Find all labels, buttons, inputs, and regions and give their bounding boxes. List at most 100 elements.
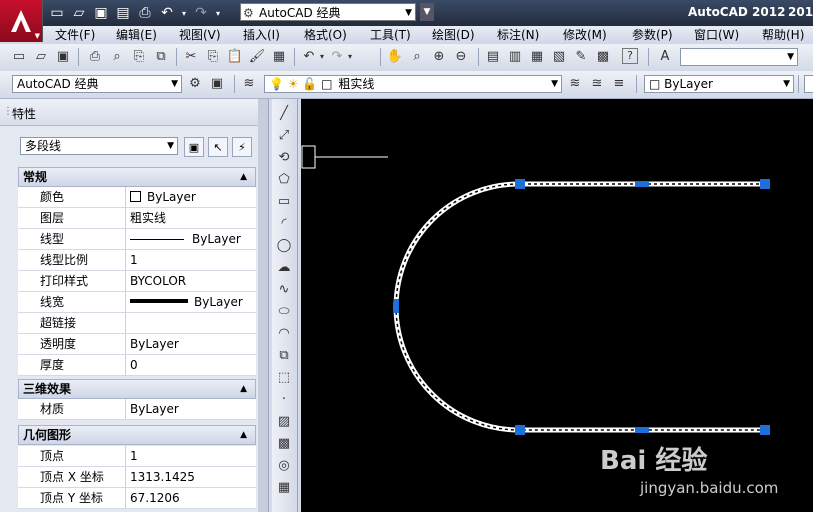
table-icon[interactable]: ▦ [275, 479, 293, 497]
prop-row-color[interactable]: 颜色 ByLayer [18, 187, 256, 208]
application-menu-button[interactable]: ▼ [0, 0, 43, 42]
workspace-save-icon[interactable]: ▣ [208, 75, 226, 93]
menu-view[interactable]: 视图(V) [179, 27, 221, 43]
zoom-realtime-icon[interactable]: ⌕ [408, 48, 426, 66]
undo-icon[interactable]: ↶ [158, 4, 176, 22]
menu-help[interactable]: 帮助(H) [762, 27, 804, 43]
pan-icon[interactable]: ✋ [386, 48, 404, 66]
annotation-style-combo[interactable]: ▼ [680, 48, 798, 66]
menu-file[interactable]: 文件(F) [55, 27, 95, 43]
gradient-icon[interactable]: ▩ [275, 435, 293, 453]
paste-icon[interactable]: 📋 [226, 48, 244, 66]
section-3d-visualization[interactable]: 三维效果 ▲ [18, 379, 256, 399]
workspace-settings-icon[interactable]: ⚙ [186, 75, 204, 93]
ellipse-arc-icon[interactable]: ◠ [275, 325, 293, 343]
grip-midpoint[interactable] [635, 181, 649, 187]
drawing-canvas[interactable] [301, 99, 813, 512]
color-combo[interactable]: □ ByLayer ▼ [644, 75, 794, 93]
prop-row-material[interactable]: 材质 ByLayer [18, 399, 256, 420]
grip-vertex[interactable] [515, 425, 525, 435]
new-icon[interactable]: ▭ [10, 48, 28, 66]
menu-draw[interactable]: 绘图(D) [432, 27, 475, 43]
grip-vertex[interactable] [760, 425, 770, 435]
prop-row-hyperlink[interactable]: 超链接 [18, 313, 256, 334]
prop-row-lineweight[interactable]: 线宽 ByLayer [18, 292, 256, 313]
workspace-combo-2[interactable]: AutoCAD 经典 ▼ [12, 75, 182, 93]
menu-modify[interactable]: 修改(M) [563, 27, 607, 43]
menu-edit[interactable]: 编辑(E) [116, 27, 157, 43]
publish-icon[interactable]: ⎘ [130, 48, 148, 66]
menu-insert[interactable]: 插入(I) [243, 27, 280, 43]
prop-row-linetype-scale[interactable]: 线型比例 1 [18, 250, 256, 271]
point-icon[interactable]: · [275, 391, 293, 409]
undo-icon[interactable]: ↶ [300, 48, 318, 66]
layer-combo[interactable]: 💡 ☀ 🔓 □ 粗实线 ▼ [264, 75, 562, 93]
ellipse-icon[interactable]: ⬭ [275, 303, 293, 321]
grip-vertex[interactable] [760, 179, 770, 189]
layer-manager-icon[interactable]: ≋ [240, 75, 258, 93]
menu-tools[interactable]: 工具(T) [370, 27, 411, 43]
3d-print-icon[interactable]: ⧉ [152, 48, 170, 66]
spline-icon[interactable]: ∿ [275, 281, 293, 299]
menu-parametric[interactable]: 参数(P) [632, 27, 673, 43]
section-geometry[interactable]: 几何图形 ▲ [18, 425, 256, 445]
menu-dimension[interactable]: 标注(N) [497, 27, 539, 43]
match-properties-icon[interactable]: 🖌 [248, 48, 266, 66]
prop-row-vertex[interactable]: 顶点 1 [18, 446, 256, 467]
open-file-icon[interactable]: ▱ [70, 4, 88, 22]
redo-icon[interactable]: ↷ [192, 4, 210, 22]
prop-row-thickness[interactable]: 厚度 0 [18, 355, 256, 376]
select-objects-button[interactable]: ↖ [208, 137, 228, 157]
block-editor-icon[interactable]: ▦ [270, 48, 288, 66]
quickcalc-icon[interactable]: ▩ [594, 48, 612, 66]
prop-row-transparency[interactable]: 透明度 ByLayer [18, 334, 256, 355]
insert-block-icon[interactable]: ⧉ [275, 347, 293, 365]
design-center-icon[interactable]: ▥ [506, 48, 524, 66]
section-general[interactable]: 常规 ▲ [18, 167, 256, 187]
prop-row-vertex-y[interactable]: 顶点 Y 坐标 67.1206 [18, 488, 256, 509]
grip-midpoint[interactable] [635, 427, 649, 433]
undo-dropdown-icon[interactable]: ▾ [318, 48, 326, 66]
region-icon[interactable]: ◎ [275, 457, 293, 475]
sheet-set-icon[interactable]: ▧ [550, 48, 568, 66]
redo-icon[interactable]: ↷ [328, 48, 346, 66]
layer-state-icon[interactable]: ≡ [610, 75, 628, 93]
zoom-previous-icon[interactable]: ⊖ [452, 48, 470, 66]
prop-row-vertex-x[interactable]: 顶点 X 坐标 1313.1425 [18, 467, 256, 488]
customize-quick-access-button[interactable]: ▼ [420, 3, 434, 21]
cut-icon[interactable]: ✂ [182, 48, 200, 66]
plot-preview-icon[interactable]: ⌕ [108, 48, 126, 66]
annotation-scale-icon[interactable]: A [656, 48, 674, 66]
object-type-combo[interactable]: 多段线 ▼ [20, 137, 178, 155]
polyline-shape[interactable] [393, 181, 765, 433]
redo-dropdown-icon[interactable]: ▾ [214, 4, 222, 22]
palette-title-bar[interactable]: ⋮ 特性 [0, 99, 268, 126]
tool-palettes-icon[interactable]: ▦ [528, 48, 546, 66]
revision-cloud-icon[interactable]: ☁ [275, 259, 293, 277]
save-icon[interactable]: ▣ [54, 48, 72, 66]
properties-icon[interactable]: ▤ [484, 48, 502, 66]
prop-row-plot-style[interactable]: 打印样式 BYCOLOR [18, 271, 256, 292]
undo-dropdown-icon[interactable]: ▾ [180, 4, 188, 22]
circle-icon[interactable]: ◯ [275, 237, 293, 255]
save-icon[interactable]: ▣ [92, 4, 110, 22]
plot-icon[interactable]: ⎙ [86, 48, 104, 66]
rectangle-icon[interactable]: ▭ [275, 193, 293, 211]
grip-vertex[interactable] [515, 179, 525, 189]
new-file-icon[interactable]: ▭ [48, 4, 66, 22]
menu-window[interactable]: 窗口(W) [694, 27, 739, 43]
layer-previous-icon[interactable]: ≊ [588, 75, 606, 93]
prop-row-linetype[interactable]: 线型 ByLayer [18, 229, 256, 250]
polyline-icon[interactable]: ⟲ [275, 149, 293, 167]
line-icon[interactable]: ╱ [275, 105, 293, 123]
copy-icon[interactable]: ⎘ [204, 48, 222, 66]
construction-line-icon[interactable]: ⤢ [275, 127, 293, 145]
toggle-pickadd-button[interactable]: ▣ [184, 137, 204, 157]
save-as-icon[interactable]: ▤ [114, 4, 132, 22]
markup-icon[interactable]: ✎ [572, 48, 590, 66]
grip-midpoint[interactable] [394, 299, 399, 313]
menu-format[interactable]: 格式(O) [304, 27, 347, 43]
linetype-combo[interactable] [804, 75, 813, 93]
workspace-combo[interactable]: ⚙ AutoCAD 经典 ▼ [240, 3, 416, 21]
redo-dropdown-icon[interactable]: ▾ [346, 48, 354, 66]
